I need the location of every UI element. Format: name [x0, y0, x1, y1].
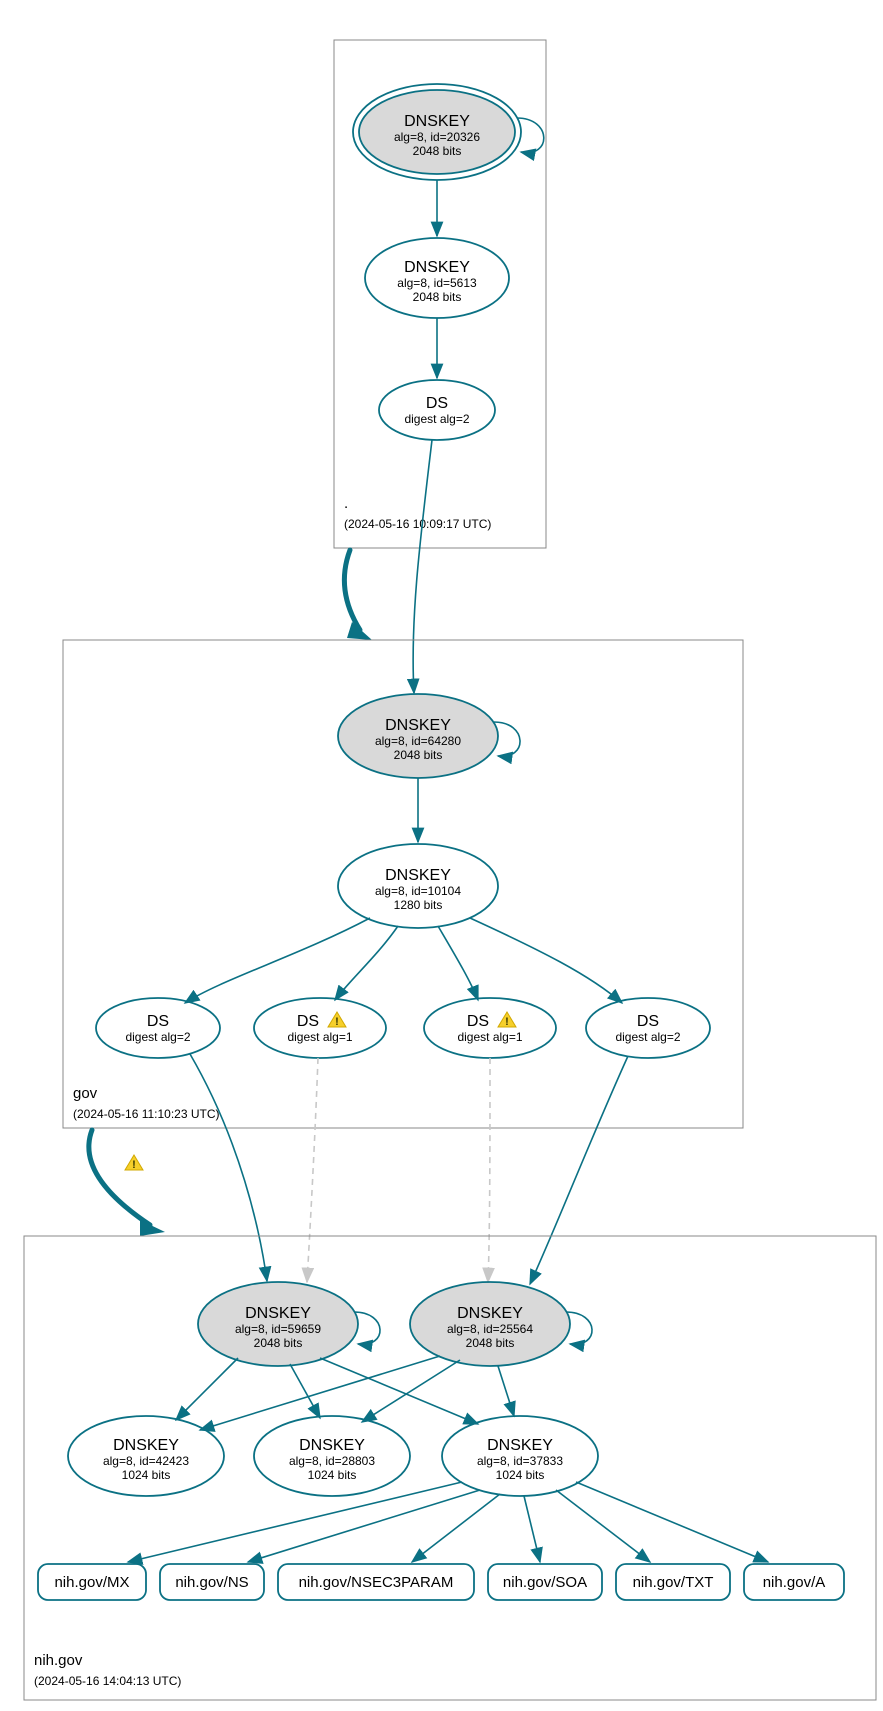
rrset-ns: nih.gov/NS: [160, 1564, 264, 1600]
svg-text:alg=8, id=59659: alg=8, id=59659: [235, 1322, 321, 1336]
svg-text:DS: DS: [426, 395, 448, 412]
svg-text:!: !: [335, 1016, 339, 1028]
svg-text:nih.gov/MX: nih.gov/MX: [54, 1574, 129, 1591]
svg-text:DNSKEY: DNSKEY: [113, 1437, 179, 1454]
svg-text:DNSKEY: DNSKEY: [385, 717, 451, 734]
svg-text:1024 bits: 1024 bits: [308, 1468, 357, 1482]
node-gov-ds4: DS digest alg=2: [586, 998, 710, 1058]
edge-gov-to-nih-delegation: [89, 1130, 150, 1225]
svg-text:nih.gov/SOA: nih.gov/SOA: [503, 1574, 587, 1591]
warning-icon: !: [125, 1155, 143, 1171]
dnssec-chain-diagram: . (2024-05-16 10:09:17 UTC) DNSKEY alg=8…: [0, 0, 883, 1711]
zone-root-timestamp: (2024-05-16 10:09:17 UTC): [344, 517, 491, 531]
svg-text:nih.gov/NSEC3PARAM: nih.gov/NSEC3PARAM: [299, 1574, 454, 1591]
svg-text:2048 bits: 2048 bits: [394, 748, 443, 762]
node-gov-ksk: DNSKEY alg=8, id=64280 2048 bits: [338, 694, 498, 778]
rrset-a: nih.gov/A: [744, 1564, 844, 1600]
node-nih-zsk1: DNSKEY alg=8, id=42423 1024 bits: [68, 1416, 224, 1496]
svg-text:nih.gov/A: nih.gov/A: [763, 1574, 826, 1591]
edge-gov-ds4-nih-ksk2: [530, 1056, 628, 1284]
node-nih-ksk2: DNSKEY alg=8, id=25564 2048 bits: [410, 1282, 570, 1366]
svg-text:digest alg=1: digest alg=1: [287, 1030, 352, 1044]
svg-text:DNSKEY: DNSKEY: [299, 1437, 365, 1454]
svg-text:alg=8, id=25564: alg=8, id=25564: [447, 1322, 533, 1336]
zone-gov: gov (2024-05-16 11:10:23 UTC) DNSKEY alg…: [63, 640, 743, 1128]
zone-nih-timestamp: (2024-05-16 14:04:13 UTC): [34, 1674, 181, 1688]
svg-text:2048 bits: 2048 bits: [254, 1336, 303, 1350]
node-gov-zsk: DNSKEY alg=8, id=10104 1280 bits: [338, 844, 498, 928]
svg-text:1280 bits: 1280 bits: [394, 898, 443, 912]
node-nih-zsk2: DNSKEY alg=8, id=28803 1024 bits: [254, 1416, 410, 1496]
node-root-ds: DS digest alg=2: [379, 380, 495, 440]
node-nih-zsk3: DNSKEY alg=8, id=37833 1024 bits: [442, 1416, 598, 1496]
edge-root-to-gov-delegation: [344, 550, 360, 630]
svg-text:DNSKEY: DNSKEY: [457, 1305, 523, 1322]
svg-text:2048 bits: 2048 bits: [413, 144, 462, 158]
svg-text:2048 bits: 2048 bits: [413, 290, 462, 304]
edge-gov-ds3-nih-ksk2: [488, 1058, 490, 1282]
svg-text:DNSKEY: DNSKEY: [404, 113, 470, 130]
svg-text:DNSKEY: DNSKEY: [385, 867, 451, 884]
svg-text:alg=8, id=64280: alg=8, id=64280: [375, 734, 461, 748]
zone-gov-timestamp: (2024-05-16 11:10:23 UTC): [73, 1107, 220, 1121]
zone-nih: nih.gov (2024-05-16 14:04:13 UTC) DNSKEY…: [24, 1236, 876, 1700]
svg-text:!: !: [505, 1016, 509, 1028]
svg-text:!: !: [132, 1159, 136, 1171]
svg-text:DS: DS: [467, 1013, 489, 1030]
node-gov-ds2: DS digest alg=1 !: [254, 998, 386, 1058]
svg-text:digest alg=2: digest alg=2: [125, 1030, 190, 1044]
svg-text:alg=8, id=42423: alg=8, id=42423: [103, 1454, 189, 1468]
svg-text:DS: DS: [147, 1013, 169, 1030]
svg-text:alg=8, id=5613: alg=8, id=5613: [397, 276, 477, 290]
node-root-ksk: DNSKEY alg=8, id=20326 2048 bits: [353, 84, 521, 180]
svg-text:alg=8, id=28803: alg=8, id=28803: [289, 1454, 375, 1468]
svg-text:digest alg=2: digest alg=2: [404, 412, 469, 426]
edge-gov-ds2-nih-ksk1: [307, 1058, 318, 1282]
zone-nih-label: nih.gov: [34, 1652, 83, 1669]
svg-text:DS: DS: [637, 1013, 659, 1030]
svg-text:alg=8, id=37833: alg=8, id=37833: [477, 1454, 563, 1468]
svg-text:1024 bits: 1024 bits: [496, 1468, 545, 1482]
svg-text:alg=8, id=20326: alg=8, id=20326: [394, 130, 480, 144]
svg-text:alg=8, id=10104: alg=8, id=10104: [375, 884, 461, 898]
svg-text:DS: DS: [297, 1013, 319, 1030]
rrset-txt: nih.gov/TXT: [616, 1564, 730, 1600]
svg-text:DNSKEY: DNSKEY: [404, 259, 470, 276]
rrset-soa: nih.gov/SOA: [488, 1564, 602, 1600]
node-gov-ds3: DS digest alg=1 !: [424, 998, 556, 1058]
rrset-mx: nih.gov/MX: [38, 1564, 146, 1600]
node-nih-ksk1: DNSKEY alg=8, id=59659 2048 bits: [198, 1282, 358, 1366]
edge-gov-ds1-nih-ksk1: [190, 1054, 267, 1281]
svg-text:DNSKEY: DNSKEY: [245, 1305, 311, 1322]
svg-text:digest alg=2: digest alg=2: [615, 1030, 680, 1044]
zone-root: . (2024-05-16 10:09:17 UTC) DNSKEY alg=8…: [334, 40, 546, 548]
svg-text:nih.gov/TXT: nih.gov/TXT: [633, 1574, 714, 1591]
zone-root-label: .: [344, 495, 348, 512]
node-root-zsk: DNSKEY alg=8, id=5613 2048 bits: [365, 238, 509, 318]
svg-text:DNSKEY: DNSKEY: [487, 1437, 553, 1454]
edge-root-ds-to-gov-ksk: [413, 440, 432, 693]
rrset-nsec3param: nih.gov/NSEC3PARAM: [278, 1564, 474, 1600]
svg-text:nih.gov/NS: nih.gov/NS: [175, 1574, 248, 1591]
svg-text:digest alg=1: digest alg=1: [457, 1030, 522, 1044]
svg-text:1024 bits: 1024 bits: [122, 1468, 171, 1482]
node-gov-ds1: DS digest alg=2: [96, 998, 220, 1058]
zone-gov-label: gov: [73, 1085, 98, 1102]
svg-text:2048 bits: 2048 bits: [466, 1336, 515, 1350]
